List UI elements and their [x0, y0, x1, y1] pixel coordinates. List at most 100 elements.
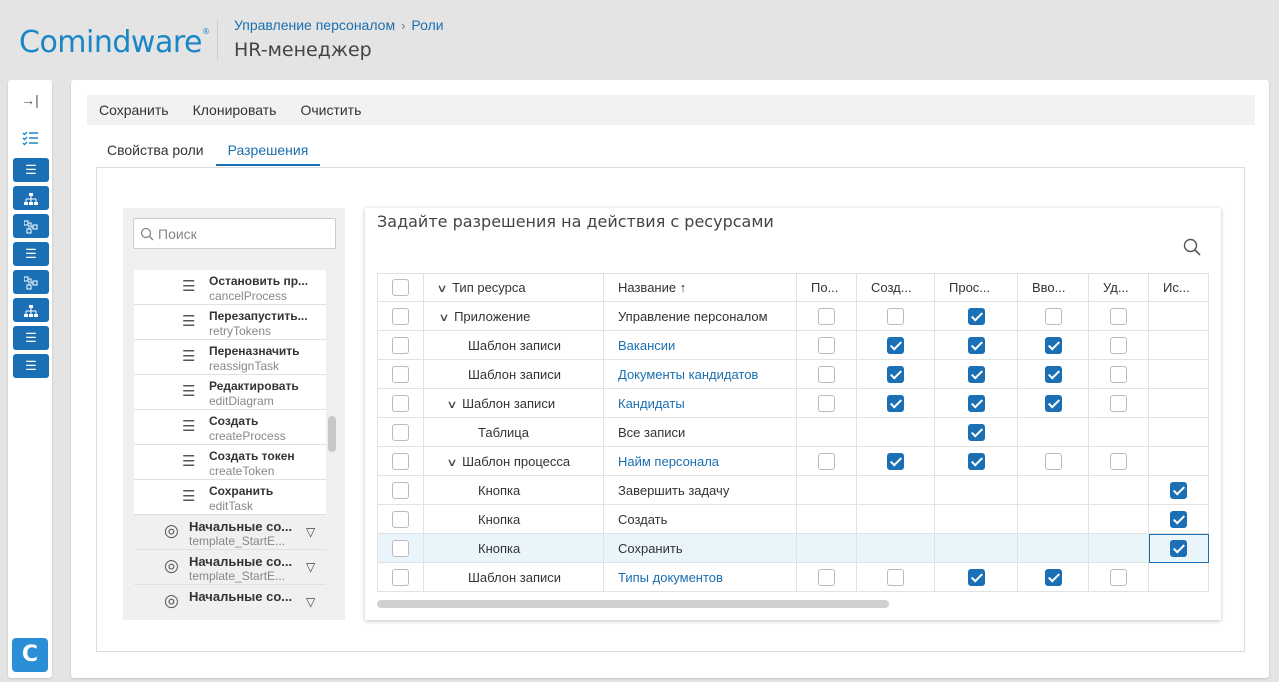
permission-checkbox[interactable] [1170, 481, 1187, 499]
permission-checkbox[interactable] [887, 394, 904, 412]
permission-checkbox[interactable] [1110, 568, 1127, 586]
row-select-checkbox[interactable] [392, 307, 409, 325]
tab-role-properties[interactable]: Свойства роли [95, 142, 216, 166]
nav-list-icon[interactable]: ☰ [13, 242, 49, 266]
permission-checkbox[interactable] [1170, 539, 1187, 557]
tree-scrollbar[interactable] [328, 416, 336, 452]
tree-item[interactable]: ☰ Перезапустить... retryTokens [134, 305, 326, 340]
permission-checkbox[interactable] [1044, 307, 1062, 325]
permission-checkbox[interactable] [1044, 394, 1062, 412]
table-row[interactable]: Таблица Все записи [377, 417, 1209, 447]
table-row[interactable]: ∨ Шаблон записи Кандидаты [377, 388, 1209, 418]
resource-name-cell[interactable]: Документы кандидатов [603, 359, 797, 389]
row-select-checkbox[interactable] [392, 481, 409, 499]
permission-checkbox[interactable] [818, 336, 835, 354]
permission-checkbox[interactable] [818, 452, 835, 470]
chevron-down-icon[interactable]: ∨ [446, 456, 457, 469]
permission-checkbox[interactable] [818, 394, 835, 412]
permission-checkbox[interactable] [1110, 365, 1127, 383]
permission-checkbox[interactable] [1044, 336, 1062, 354]
table-row[interactable]: Кнопка Завершить задачу [377, 475, 1209, 505]
permission-checkbox[interactable] [967, 568, 985, 586]
nav-hierarchy-icon[interactable] [13, 186, 49, 210]
tree-item[interactable]: ☰ Создать токен createToken [134, 445, 326, 480]
permission-checkbox[interactable] [1110, 452, 1127, 470]
tree-item[interactable]: ☰ Остановить пр... cancelProcess [134, 270, 326, 305]
permission-checkbox[interactable] [887, 336, 904, 354]
app-launcher-button[interactable]: C [12, 638, 48, 672]
row-select-checkbox[interactable] [392, 452, 409, 470]
nav-list-icon[interactable]: ☰ [13, 354, 49, 378]
tree-search-input[interactable]: Поиск [133, 218, 336, 249]
tree-item[interactable]: ☰ Редактировать editDiagram [134, 375, 326, 410]
permission-checkbox[interactable] [967, 307, 985, 325]
permission-checkbox[interactable] [818, 568, 835, 586]
permission-checkbox[interactable] [1110, 307, 1127, 325]
tab-permissions[interactable]: Разрешения [215, 142, 321, 166]
permission-checkbox[interactable] [887, 365, 904, 383]
collapse-right-icon[interactable]: →| [21, 92, 39, 108]
permission-checkbox[interactable] [818, 365, 835, 383]
permission-checkbox[interactable] [967, 394, 985, 412]
permission-checkbox[interactable] [887, 568, 904, 586]
permission-checkbox[interactable] [1044, 568, 1062, 586]
comindware-logo[interactable]: Comindware® [19, 25, 210, 60]
nav-workflow-icon[interactable] [13, 270, 49, 294]
nav-list-icon[interactable]: ☰ [13, 326, 49, 350]
resource-name-cell[interactable]: Найм персонала [603, 446, 797, 476]
tree-group[interactable]: ◎ Начальные со... template_StartE... ▽ [134, 515, 326, 550]
clone-button[interactable]: Клонировать [193, 102, 277, 118]
column-header-delete[interactable]: Уд... [1088, 273, 1149, 302]
checklist-icon[interactable] [21, 129, 39, 147]
column-header-name[interactable]: Название ↑ [603, 273, 797, 302]
table-row[interactable]: Кнопка Сохранить [377, 533, 1209, 563]
search-icon[interactable] [1183, 238, 1201, 261]
table-row[interactable]: Шаблон записи Типы документов [377, 562, 1209, 592]
column-header-c1[interactable]: По... [796, 273, 857, 302]
row-select-checkbox[interactable] [392, 568, 409, 586]
table-row[interactable]: Шаблон записи Документы кандидатов [377, 359, 1209, 389]
permission-checkbox[interactable] [967, 336, 985, 354]
row-select-checkbox[interactable] [392, 336, 409, 354]
row-select-checkbox[interactable] [392, 539, 409, 557]
resource-name-cell[interactable]: Вакансии [603, 330, 797, 360]
table-row[interactable]: Шаблон записи Вакансии [377, 330, 1209, 360]
column-header-create[interactable]: Созд... [856, 273, 935, 302]
nav-list-icon[interactable]: ☰ [13, 158, 49, 182]
chevron-down-icon[interactable]: ∨ [438, 311, 449, 324]
breadcrumb-item-hr[interactable]: Управление персоналом [234, 17, 395, 33]
row-select-checkbox[interactable] [392, 423, 409, 441]
permission-checkbox[interactable] [967, 452, 985, 470]
permission-checkbox[interactable] [1110, 336, 1127, 354]
row-select-checkbox[interactable] [392, 510, 409, 528]
resource-name-cell[interactable]: Кандидаты [603, 388, 797, 418]
column-header-execute[interactable]: Ис... [1148, 273, 1209, 302]
column-header-input[interactable]: Вво... [1017, 273, 1089, 302]
permission-checkbox[interactable] [887, 307, 904, 325]
table-row[interactable]: ∨ Шаблон процесса Найм персонала [377, 446, 1209, 476]
chevron-down-icon[interactable]: ▽ [306, 595, 315, 609]
row-select-checkbox[interactable] [392, 394, 409, 412]
tree-item[interactable]: ☰ Переназначить reassignTask [134, 340, 326, 375]
permission-checkbox[interactable] [1110, 394, 1127, 412]
save-button[interactable]: Сохранить [99, 102, 169, 118]
column-header-type[interactable]: ∨ Тип ресурса [423, 273, 604, 302]
chevron-down-icon[interactable]: ∨ [446, 398, 457, 411]
tree-item[interactable]: ☰ Сохранить editTask [134, 480, 326, 515]
nav-workflow-icon[interactable] [13, 214, 49, 238]
nav-hierarchy-icon[interactable] [13, 298, 49, 322]
chevron-down-icon[interactable]: ∨ [436, 282, 447, 295]
permission-checkbox[interactable] [818, 307, 835, 325]
permission-checkbox[interactable] [967, 365, 985, 383]
permission-checkbox[interactable] [1044, 452, 1062, 470]
column-header-view[interactable]: Прос... [934, 273, 1018, 302]
tree-group[interactable]: ◎ Начальные со... template_StartE... ▽ [134, 550, 326, 585]
permission-checkbox[interactable] [1170, 510, 1187, 528]
chevron-down-icon[interactable]: ▽ [306, 560, 315, 574]
clear-button[interactable]: Очистить [300, 102, 361, 118]
horizontal-scrollbar[interactable] [377, 600, 889, 608]
chevron-down-icon[interactable]: ▽ [306, 525, 315, 539]
permission-checkbox[interactable] [887, 452, 904, 470]
tree-item[interactable]: ☰ Создать createProcess [134, 410, 326, 445]
table-row[interactable]: ∨ Приложение Управление персоналом [377, 301, 1209, 331]
